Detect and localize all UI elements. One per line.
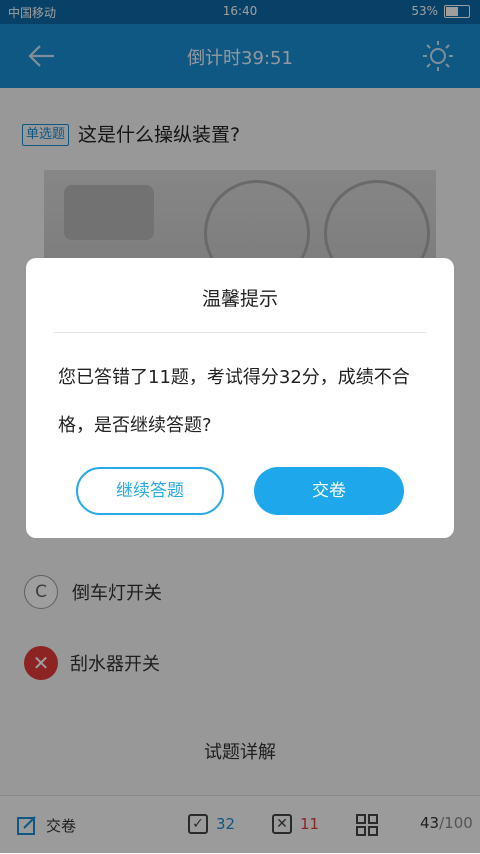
tip-dialog: 温馨提示 您已答错了11题，考试得分32分，成绩不合格，是否继续答题? 继续答题… <box>26 258 454 538</box>
dialog-message: 您已答错了11题，考试得分32分，成绩不合格，是否继续答题? <box>58 367 410 436</box>
continue-answering-button[interactable]: 继续答题 <box>76 467 224 515</box>
dialog-title: 温馨提示 <box>201 288 278 310</box>
submit-paper-button[interactable]: 交卷 <box>254 467 404 515</box>
dialog-divider <box>54 332 426 333</box>
